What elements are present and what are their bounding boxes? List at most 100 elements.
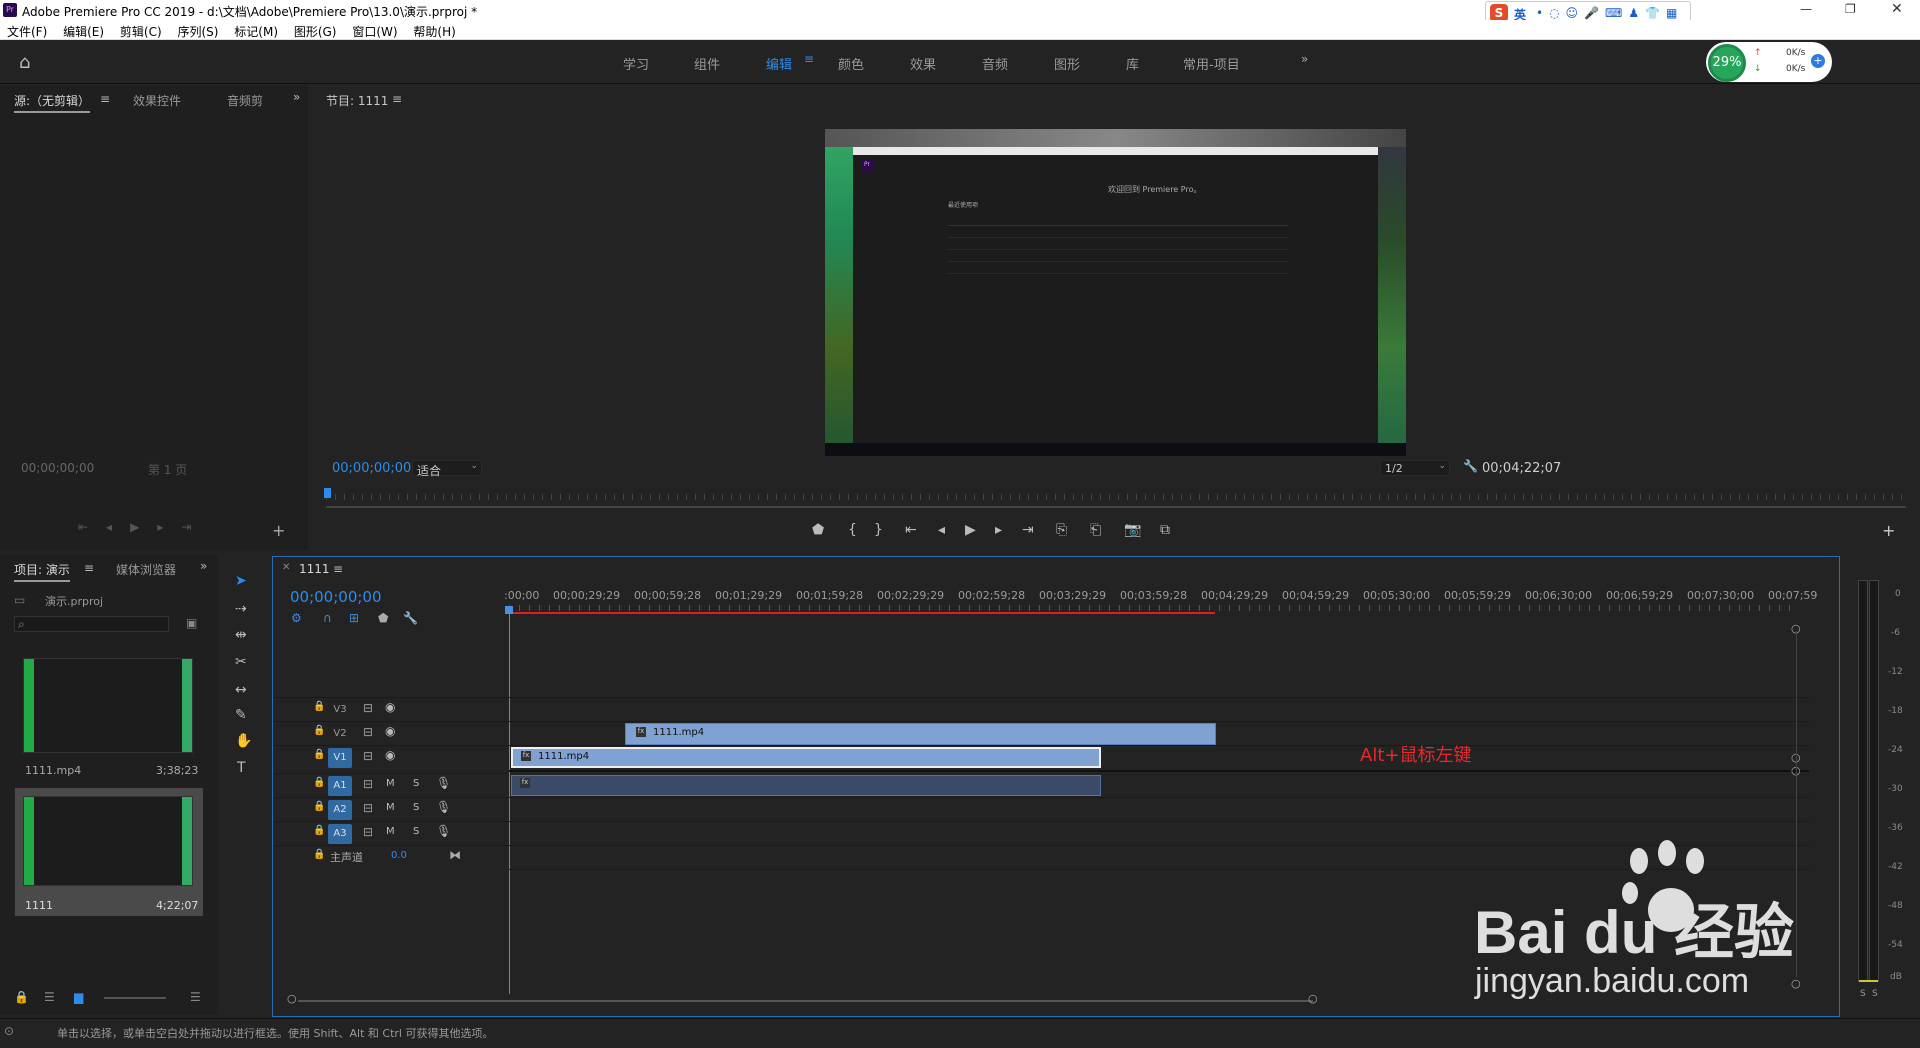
eye-icon[interactable]: ◉ xyxy=(385,748,395,762)
tab-media-browser[interactable]: 媒体浏览器 xyxy=(116,561,176,578)
source-timecode[interactable]: 00;00;00;00 xyxy=(21,461,94,475)
audio-clip-a1[interactable]: fx xyxy=(511,775,1101,796)
menu-help[interactable]: 帮助(H) xyxy=(413,23,455,40)
timeline-timecode[interactable]: 00;00;00;00 xyxy=(290,588,382,606)
workspace-color[interactable]: 颜色 xyxy=(838,54,864,73)
track-v1-label[interactable]: V1 xyxy=(328,748,352,768)
program-title[interactable]: 节目: 1111 xyxy=(326,92,388,109)
timeline-menu-icon[interactable]: ≡ xyxy=(333,562,343,576)
scroll-handle[interactable]: ○ xyxy=(1308,992,1318,1005)
track-a1-label[interactable]: A1 xyxy=(328,776,352,796)
menu-window[interactable]: 窗口(W) xyxy=(352,23,397,40)
workspace-custom[interactable]: 常用-项目 xyxy=(1183,54,1240,73)
lock-icon[interactable]: 🔒 xyxy=(313,701,325,712)
scroll-handle[interactable]: ○ xyxy=(287,992,297,1005)
sync-icon[interactable]: ⊟ xyxy=(363,825,373,839)
go-to-end-icon[interactable]: ⧓ xyxy=(449,848,461,862)
razor-tool-icon[interactable]: ✂ xyxy=(235,654,247,670)
microphone-icon[interactable]: 🎙 xyxy=(436,776,451,790)
workspace-editing[interactable]: 编辑 xyxy=(766,54,792,73)
mute-button[interactable]: M xyxy=(386,826,395,837)
type-tool-icon[interactable]: T xyxy=(237,760,246,776)
lift-icon[interactable]: ⎘ xyxy=(1056,522,1067,538)
play-icon[interactable]: ▶ xyxy=(965,522,976,538)
maximize-button[interactable]: ❐ xyxy=(1845,2,1856,16)
new-bin-icon[interactable]: ▣ xyxy=(186,616,197,630)
step-back-icon[interactable]: ◂ xyxy=(938,522,945,538)
minimize-button[interactable]: — xyxy=(1800,2,1812,16)
workspace-menu-icon[interactable]: ≡ xyxy=(804,52,814,66)
tab-source[interactable]: 源:（无剪辑） xyxy=(14,92,91,113)
ripple-edit-tool-icon[interactable]: ⇹ xyxy=(235,627,247,643)
lock-icon[interactable]: 🔒 xyxy=(313,725,325,736)
sync-icon[interactable]: ⊟ xyxy=(363,777,373,791)
panel-overflow-icon[interactable]: » xyxy=(293,90,300,104)
workspace-learning[interactable]: 学习 xyxy=(623,54,649,73)
workspace-assembly[interactable]: 组件 xyxy=(694,54,720,73)
project-item-selected[interactable]: 1111 4;22;07 xyxy=(15,788,203,916)
resolution-select[interactable]: 1/2 ⌄ xyxy=(1380,460,1450,476)
solo-right-button[interactable]: S xyxy=(1872,989,1878,999)
lock-icon[interactable]: 🔒 xyxy=(313,849,325,860)
solo-button[interactable]: S xyxy=(413,826,419,837)
mark-in-icon[interactable]: { xyxy=(848,522,857,538)
track-v2-label[interactable]: V2 xyxy=(328,724,352,744)
workspace-overflow-icon[interactable]: » xyxy=(1301,52,1308,66)
track-select-tool-icon[interactable]: ⇢ xyxy=(235,601,247,617)
close-icon[interactable]: ✕ xyxy=(282,562,290,573)
timeline-sequence-tab[interactable]: 1111 xyxy=(299,562,330,576)
network-plus-icon[interactable]: + xyxy=(1811,54,1825,68)
sync-icon[interactable]: ⊟ xyxy=(363,749,373,763)
icon-view-icon[interactable]: ▆ xyxy=(74,990,83,1004)
extract-icon[interactable]: ⎗ xyxy=(1090,522,1101,538)
sync-icon[interactable]: ⊟ xyxy=(363,725,373,739)
lock-icon[interactable]: 🔒 xyxy=(14,990,29,1004)
hand-tool-icon[interactable]: ✋ xyxy=(235,733,252,749)
program-timecode[interactable]: 00;00;00;00 xyxy=(332,461,411,476)
source-add-button[interactable]: + xyxy=(272,521,285,540)
eye-icon[interactable]: ◉ xyxy=(385,700,395,714)
lock-icon[interactable]: 🔒 xyxy=(313,801,325,812)
pen-tool-icon[interactable]: ✎ xyxy=(235,707,247,723)
program-timebar[interactable] xyxy=(326,494,1906,500)
compare-icon[interactable]: ⧉ xyxy=(1160,522,1170,538)
fit-select[interactable]: 适合 ⌄ xyxy=(412,460,482,478)
master-value[interactable]: 0.0 xyxy=(391,850,407,861)
workspace-libraries[interactable]: 库 xyxy=(1126,54,1139,73)
project-search-input[interactable]: ⌕ xyxy=(14,616,169,632)
timeline-ruler[interactable]: :00;00 00;00;29;29 00;00;59;28 00;01;29;… xyxy=(504,583,1817,615)
mute-button[interactable]: M xyxy=(386,778,395,789)
sort-icon[interactable]: ☰ xyxy=(190,990,201,1004)
solo-button[interactable]: S xyxy=(413,802,419,813)
panel-overflow-icon[interactable]: » xyxy=(200,559,207,573)
track-a2-label[interactable]: A2 xyxy=(328,800,352,820)
slip-tool-icon[interactable]: ↔ xyxy=(235,682,247,698)
program-add-button[interactable]: + xyxy=(1882,521,1895,540)
sync-icon[interactable]: ⊟ xyxy=(363,801,373,815)
close-button[interactable]: ✕ xyxy=(1891,1,1903,17)
source-menu-icon[interactable]: ≡ xyxy=(100,92,110,106)
program-menu-icon[interactable]: ≡ xyxy=(392,92,402,106)
mute-button[interactable]: M xyxy=(386,802,395,813)
workspace-effects[interactable]: 效果 xyxy=(910,54,936,73)
work-area-bar[interactable] xyxy=(509,612,1215,614)
sync-icon[interactable]: ⊟ xyxy=(363,701,373,715)
workspace-graphics[interactable]: 图形 xyxy=(1054,54,1080,73)
track-v3-label[interactable]: V3 xyxy=(328,700,352,720)
program-zoom-bar[interactable] xyxy=(326,506,1906,508)
solo-button[interactable]: S xyxy=(413,778,419,789)
go-to-out-icon[interactable]: ⇥ xyxy=(1022,522,1034,538)
home-icon[interactable]: ⌂ xyxy=(19,52,30,73)
selection-tool-icon[interactable]: ➤ xyxy=(235,573,247,589)
zoom-slider[interactable] xyxy=(104,997,166,999)
menu-file[interactable]: 文件(F) xyxy=(7,23,47,40)
playhead-handle[interactable] xyxy=(505,606,513,614)
eye-icon[interactable]: ◉ xyxy=(385,724,395,738)
tab-project[interactable]: 项目: 演示 xyxy=(14,561,70,582)
mark-out-icon[interactable]: } xyxy=(874,522,883,538)
solo-left-button[interactable]: S xyxy=(1860,989,1866,999)
project-item-thumbnail[interactable] xyxy=(23,658,193,753)
menu-clip[interactable]: 剪辑(C) xyxy=(120,23,162,40)
horizontal-scrollbar[interactable]: ○ ○ xyxy=(287,992,1570,1005)
video-clip-v1[interactable]: fx 1111.mp4 xyxy=(511,747,1101,768)
